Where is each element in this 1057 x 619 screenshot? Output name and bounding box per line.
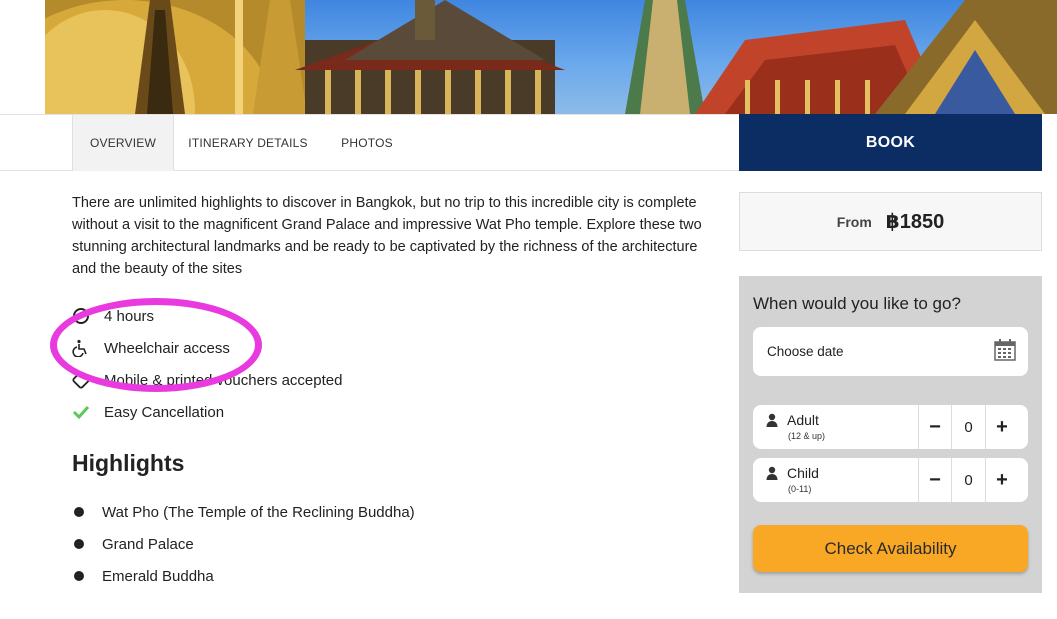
clock-icon [72,307,104,325]
highlights-heading: Highlights [72,450,185,476]
wheelchair-icon [72,339,104,357]
highlight-text: Wat Pho (The Temple of the Reclining Bud… [102,503,415,521]
check-availability-button[interactable]: Check Availability [753,525,1028,572]
child-selector: Child (0-11) − 0 + [753,458,1028,502]
booking-panel: When would you like to go? Choose date A… [739,276,1042,593]
person-icon [766,413,778,432]
hero-image [45,0,1057,114]
adult-label: Adult [787,412,819,428]
child-quantity-value: 0 [951,458,985,502]
adult-age-range: (12 & up) [788,431,826,441]
price-value: ฿1850 [885,211,945,233]
price-from-label: From [836,213,872,230]
list-item: Grand Palace [72,528,415,560]
feature-label: Mobile & printed vouchers accepted [104,371,343,389]
bullet-icon [74,571,84,581]
feature-label: Easy Cancellation [104,403,225,421]
tab-photos[interactable]: PHOTOS [330,115,404,171]
highlight-text: Grand Palace [102,535,194,553]
person-icon [766,466,778,485]
feature-vouchers: Mobile & printed vouchers accepted [72,364,672,396]
price-box: From ฿1850 [739,192,1042,251]
list-item: Wat Pho (The Temple of the Reclining Bud… [72,496,415,528]
child-age-range: (0-11) [788,484,812,494]
list-item: Emerald Buddha [72,560,415,592]
tab-bar: OVERVIEW ITINERARY DETAILS PHOTOS [0,114,739,171]
feature-duration: 4 hours [72,300,672,332]
adult-quantity-value: 0 [951,405,985,449]
adult-quantity-stepper: − 0 + [918,405,1028,449]
child-quantity-stepper: − 0 + [918,458,1028,502]
tour-description: There are unlimited highlights to discov… [72,195,702,277]
feature-list: 4 hours Wheelchair access Mobile & print… [72,300,672,428]
adult-increment-button[interactable]: + [985,405,1018,449]
date-picker-field[interactable]: Choose date [753,327,1028,376]
temple-illustration [45,0,1057,114]
child-label: Child [787,465,819,481]
child-increment-button[interactable]: + [985,458,1018,502]
book-button[interactable]: BOOK [739,114,1042,171]
tab-itinerary-details[interactable]: ITINERARY DETAILS [178,115,318,171]
date-placeholder: Choose date [767,344,844,359]
ticket-icon [72,371,104,389]
highlight-text: Emerald Buddha [102,567,214,585]
highlights-list: Wat Pho (The Temple of the Reclining Bud… [72,496,415,592]
adult-decrement-button[interactable]: − [918,405,951,449]
tab-overview[interactable]: OVERVIEW [72,115,174,171]
bullet-icon [74,507,84,517]
bullet-icon [74,539,84,549]
child-decrement-button[interactable]: − [918,458,951,502]
feature-label: Wheelchair access [104,339,230,357]
booking-title: When would you like to go? [753,294,961,313]
adult-selector: Adult (12 & up) − 0 + [753,405,1028,449]
feature-label: 4 hours [104,307,155,325]
calendar-icon[interactable] [994,339,1016,364]
feature-cancellation: Easy Cancellation [72,396,672,428]
feature-wheelchair: Wheelchair access [72,332,672,364]
checkmark-icon [72,404,104,420]
